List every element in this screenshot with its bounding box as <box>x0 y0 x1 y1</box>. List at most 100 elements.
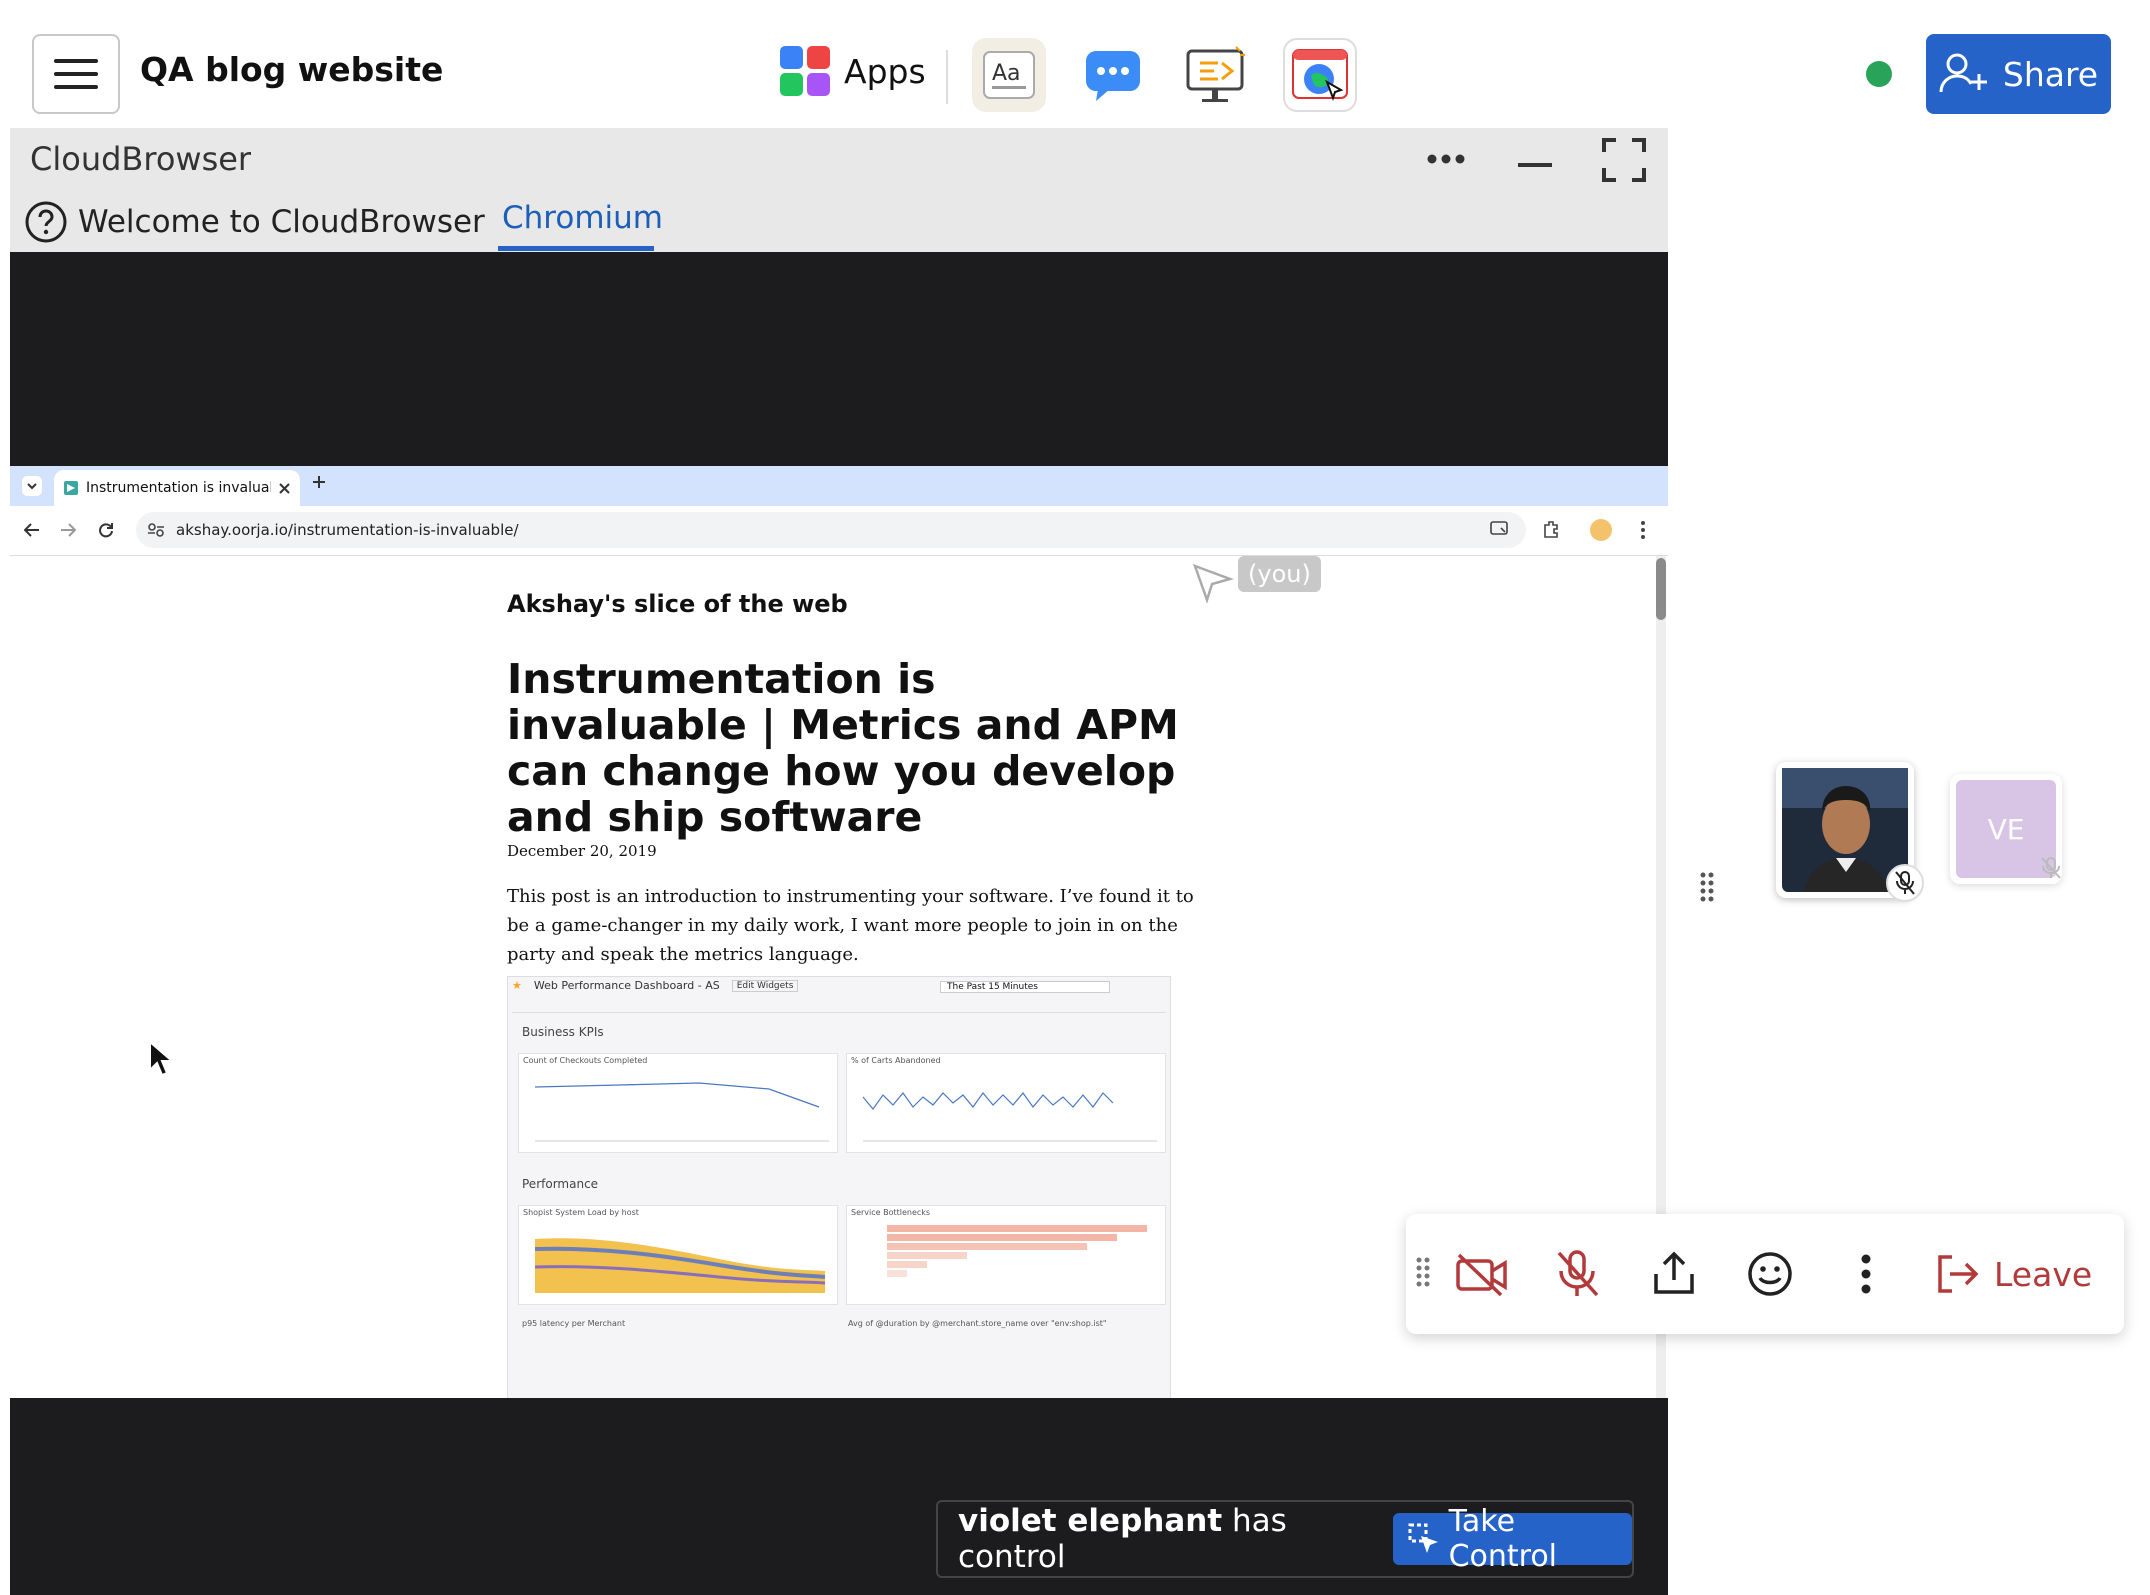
controller-name: violet elephant <box>958 1503 1223 1539</box>
widget-load-title: Shopist System Load by host <box>523 1208 639 1217</box>
reload-icon[interactable] <box>98 522 114 542</box>
close-icon[interactable] <box>279 482 290 494</box>
post-title: Instrumentation is invaluable | Metrics … <box>507 655 1179 841</box>
dashboard-filter-bar <box>512 999 1166 1013</box>
online-status-dot <box>1866 61 1892 87</box>
apps-label: Apps <box>844 51 926 91</box>
camera-off-icon <box>1456 1253 1507 1297</box>
reactions-button[interactable] <box>1722 1226 1818 1322</box>
star-icon: ★ <box>512 979 522 992</box>
tab-chromium[interactable]: Chromium <box>502 200 663 236</box>
main-menu-button[interactable] <box>32 34 120 114</box>
widget-system-load: Shopist System Load by host <box>518 1205 838 1305</box>
browser-menu-icon[interactable] <box>1640 520 1646 544</box>
space-title: QA blog website <box>140 50 444 89</box>
post-date: December 20, 2019 <box>507 842 657 860</box>
vertical-dots-icon <box>1861 1254 1871 1294</box>
toolbar-drag-handle-icon[interactable] <box>1416 1257 1430 1291</box>
edit-widgets-label: Edit Widgets <box>731 979 799 992</box>
site-settings-icon <box>148 523 164 537</box>
remote-browser-stage: Instrumentation is invaluab akshay.oorja… <box>10 252 1668 1595</box>
mic-off-icon <box>2040 856 2062 884</box>
add-user-icon <box>1939 53 1987 93</box>
take-control-button[interactable]: Take Control <box>1393 1504 1632 1574</box>
window-tabs: Welcome to CloudBrowser Chromium <box>10 190 1668 252</box>
cloudbrowser-app-icon[interactable] <box>1283 38 1357 112</box>
checkouts-line-chart <box>534 1082 829 1142</box>
widget-bottlenecks-title: Service Bottlenecks <box>851 1208 931 1217</box>
remote-cursor-icon <box>1192 563 1235 607</box>
participant-tile-video[interactable] <box>1776 762 1924 902</box>
participant-tile-initials[interactable]: VE <box>1950 774 2062 884</box>
tab-chromium-label: Chromium <box>502 200 663 236</box>
mic-off-icon <box>1895 871 1915 895</box>
cast-icon[interactable] <box>1490 520 1510 542</box>
take-control-label: Take Control <box>1448 1504 1558 1574</box>
chat-app-icon[interactable] <box>1076 38 1150 112</box>
minimize-icon[interactable] <box>1518 154 1552 173</box>
browser-toolbar: akshay.oorja.io/instrumentation-is-inval… <box>10 506 1668 556</box>
hamburger-icon <box>54 59 98 89</box>
svg-text:Aa: Aa <box>992 61 1021 86</box>
profile-avatar[interactable] <box>1590 519 1612 541</box>
widget-carts-abandoned: % of Carts Abandoned <box>846 1053 1166 1153</box>
widget-carts-title: % of Carts Abandoned <box>851 1056 941 1065</box>
widget-latency-title: p95 latency per Merchant <box>522 1319 626 1328</box>
time-range-select: The Past 15 Minutes <box>940 981 1110 993</box>
muted-badge <box>1886 864 1924 902</box>
fullscreen-icon[interactable] <box>1602 138 1646 186</box>
scrollbar-thumb[interactable] <box>1656 558 1666 620</box>
site-name-link[interactable]: Akshay's slice of the web <box>507 590 848 618</box>
browser-tab-title: Instrumentation is invaluab <box>86 480 271 496</box>
tab-welcome-label: Welcome to CloudBrowser <box>78 204 485 240</box>
presentation-app-icon[interactable] <box>1178 38 1252 112</box>
new-tab-icon[interactable] <box>312 474 326 493</box>
browser-tab[interactable]: Instrumentation is invaluab <box>54 470 300 506</box>
system-load-area-chart <box>534 1238 826 1293</box>
section-performance: Performance <box>522 1177 599 1191</box>
more-options-icon[interactable] <box>1426 150 1466 169</box>
bottlenecks-bar-chart <box>887 1225 1147 1277</box>
apps-grid-icon <box>780 46 830 96</box>
dashboard-screenshot: ★ Web Performance Dashboard - AS Edit Wi… <box>507 976 1171 1398</box>
address-bar[interactable]: akshay.oorja.io/instrumentation-is-inval… <box>136 512 1526 548</box>
url-text: akshay.oorja.io/instrumentation-is-inval… <box>176 521 519 539</box>
chevron-down-icon <box>27 482 37 489</box>
mic-off-icon <box>1557 1250 1599 1297</box>
tab-search-button[interactable] <box>22 476 42 496</box>
apps-button[interactable]: Apps <box>780 46 926 96</box>
mic-toggle-button[interactable] <box>1530 1226 1626 1322</box>
post-intro: This post is an introduction to instrume… <box>507 886 1194 965</box>
mouse-pointer-icon <box>148 1039 175 1082</box>
pointer-select-icon <box>1408 1523 1439 1553</box>
widget-checkouts-title: Count of Checkouts Completed <box>523 1056 648 1065</box>
share-label: Share <box>2002 54 2099 94</box>
carts-line-chart <box>862 1092 1157 1142</box>
forward-icon[interactable] <box>60 522 77 542</box>
control-status-bar: violet elephant has control Take Control <box>936 1500 1634 1578</box>
dashboard-title: Web Performance Dashboard - AS <box>533 979 720 992</box>
more-actions-button[interactable] <box>1818 1226 1914 1322</box>
leave-button[interactable]: Leave <box>1936 1254 2092 1294</box>
dictionary-app-icon[interactable]: Aa <box>972 38 1046 112</box>
extensions-icon[interactable] <box>1542 520 1560 542</box>
cursor-owner-tag: (you) <box>1238 556 1321 592</box>
call-toolbar: Leave <box>1406 1214 2124 1334</box>
window-title: CloudBrowser <box>30 140 252 178</box>
upload-share-icon <box>1654 1251 1694 1294</box>
section-business-kpis: Business KPIs <box>522 1025 604 1039</box>
widget-duration-title: Avg of @duration by @merchant.store_name… <box>848 1319 1107 1328</box>
tab-welcome[interactable]: Welcome to CloudBrowser <box>24 200 485 244</box>
exit-icon <box>1938 1255 1979 1293</box>
dock-divider <box>946 50 948 104</box>
control-status-text: violet elephant has control <box>958 1503 1369 1575</box>
camera-toggle-button[interactable] <box>1434 1226 1530 1322</box>
share-button[interactable]: Share <box>1926 34 2111 114</box>
drag-handle-icon[interactable] <box>1700 872 1714 906</box>
back-icon[interactable] <box>23 522 40 542</box>
site-favicon <box>64 481 78 495</box>
share-screen-button[interactable] <box>1626 1226 1722 1322</box>
smiley-icon <box>1748 1252 1792 1296</box>
widget-checkouts: Count of Checkouts Completed <box>518 1053 838 1153</box>
browser-tab-strip: Instrumentation is invaluab <box>10 466 1668 506</box>
